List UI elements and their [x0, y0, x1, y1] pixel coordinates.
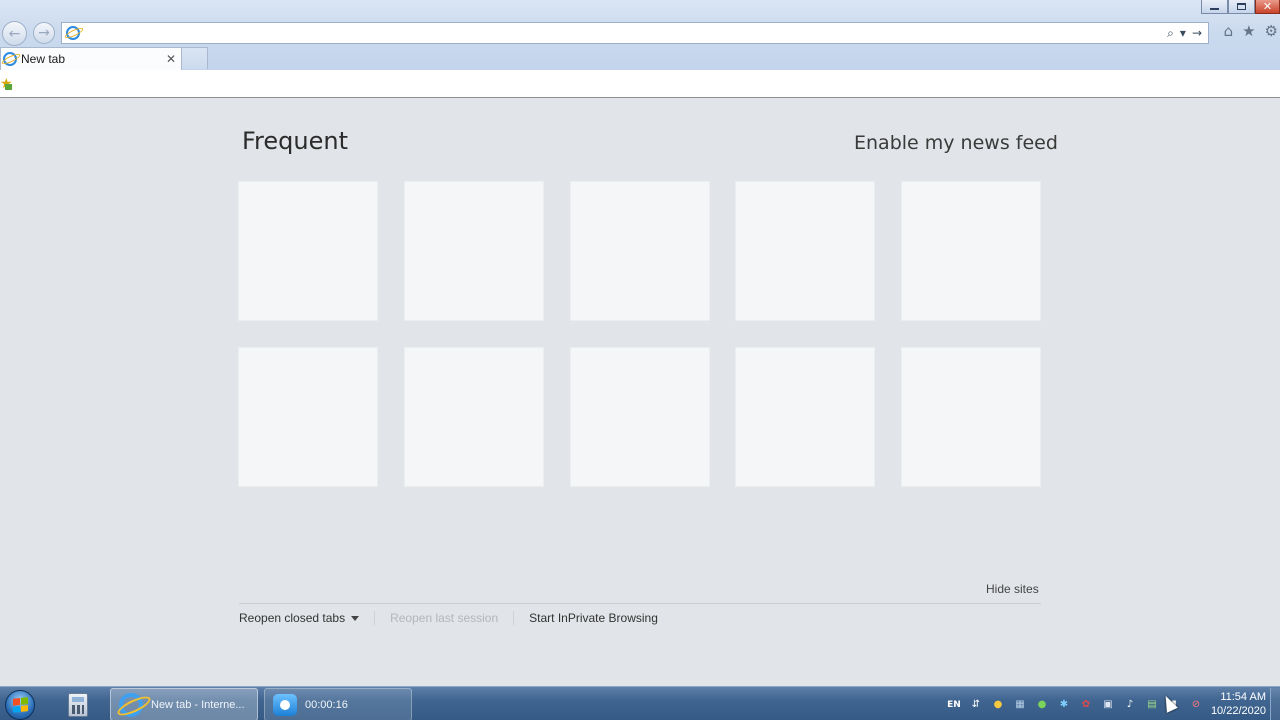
go-arrow-icon[interactable]: →	[1192, 26, 1202, 40]
wechat-icon[interactable]: ●	[1034, 699, 1050, 710]
start-inprivate-link[interactable]: Start InPrivate Browsing	[529, 611, 658, 625]
chevron-down-icon	[351, 616, 360, 622]
divider	[239, 603, 1041, 604]
taskbar-item-label: New tab - Interne...	[151, 698, 245, 711]
back-arrow-icon: ←	[8, 25, 21, 42]
back-button[interactable]: ←	[2, 21, 27, 46]
reopen-closed-tabs-label: Reopen closed tabs	[239, 611, 346, 625]
bottom-links: Reopen closed tabs Reopen last session S…	[239, 609, 658, 627]
address-bar: ⌕ ▾ →	[61, 22, 1209, 44]
recording-timer: 00:00:16	[305, 698, 348, 711]
site-tile[interactable]	[569, 347, 710, 487]
separator	[374, 611, 376, 625]
network-icon[interactable]: ▤	[1144, 699, 1160, 710]
volume-icon[interactable]: ♪	[1122, 699, 1138, 710]
tray-app-icon[interactable]: ▦	[1012, 699, 1028, 710]
hide-sites-link[interactable]: Hide sites	[986, 582, 1039, 596]
command-icons: ⌂ ★ ⚙	[1224, 22, 1280, 40]
taskbar: New tab - Interne... 00:00:16 EN ⇵ ● ▦ ●…	[0, 686, 1280, 720]
start-button[interactable]	[0, 688, 40, 720]
clock-date: 10/22/2020	[1210, 705, 1266, 717]
language-indicator[interactable]: EN	[946, 700, 962, 710]
new-tab-page: Frequent Enable my news feed Hide sites …	[0, 98, 1280, 686]
add-to-favorites-bar-icon[interactable]: ★	[0, 76, 13, 92]
forward-arrow-icon: →	[38, 25, 50, 41]
site-tile[interactable]	[403, 181, 544, 321]
reopen-last-session-link: Reopen last session	[390, 611, 499, 625]
site-tile[interactable]	[735, 347, 876, 487]
site-tile[interactable]	[403, 347, 544, 487]
browser-title-bar: ✕ ← → ⌕ ▾ → ⌂ ★ ⚙ New tab ✕	[0, 0, 1280, 70]
clock[interactable]: 11:54 AM 10/22/2020	[1204, 690, 1266, 718]
favorites-star-icon[interactable]: ★	[1242, 22, 1255, 40]
calculator-icon	[68, 692, 88, 717]
tray-app-icon[interactable]: ▣	[1100, 699, 1116, 710]
close-icon: ✕	[1262, 0, 1273, 13]
ie-tab-icon	[3, 52, 17, 66]
close-window-button[interactable]: ✕	[1255, 0, 1280, 14]
gear-icon[interactable]: ⚙	[1265, 22, 1278, 40]
address-tools: ⌕ ▾ →	[1167, 26, 1208, 41]
frequent-tiles-grid	[238, 181, 1041, 487]
ie-page-icon	[66, 26, 80, 40]
search-icon[interactable]: ⌕	[1167, 26, 1174, 41]
restore-button[interactable]	[1228, 0, 1255, 14]
window-controls: ✕	[1201, 0, 1280, 14]
tray-app-icon[interactable]: ✿	[1078, 699, 1094, 710]
favorites-bar: ★	[0, 70, 1280, 98]
tab-new-tab[interactable]: New tab ✕	[0, 47, 182, 70]
taskbar-internet-explorer[interactable]: New tab - Interne...	[110, 688, 258, 720]
tray-app-icon[interactable]: ●	[990, 699, 1006, 710]
recorder-icon	[273, 693, 297, 716]
address-input[interactable]	[80, 24, 1168, 42]
show-desktop-button[interactable]	[1270, 688, 1280, 720]
site-tile[interactable]	[901, 347, 1041, 487]
dropdown-caret-icon[interactable]: ▾	[1180, 26, 1186, 40]
reopen-closed-tabs-button[interactable]: Reopen closed tabs	[239, 611, 360, 625]
separator	[513, 611, 515, 625]
site-tile[interactable]	[238, 347, 378, 487]
close-tab-icon[interactable]: ✕	[163, 52, 179, 66]
minimize-icon	[1210, 8, 1219, 10]
frequent-heading: Frequent	[242, 127, 348, 155]
windows-logo-icon	[5, 689, 35, 720]
taskbar-calculator[interactable]	[58, 688, 98, 720]
tab-label: New tab	[21, 52, 66, 66]
enable-news-feed-link[interactable]: Enable my news feed	[854, 132, 1058, 154]
new-tab-button[interactable]	[182, 47, 208, 69]
site-tile[interactable]	[735, 181, 876, 321]
site-tile[interactable]	[569, 181, 710, 321]
restore-icon	[1237, 3, 1246, 10]
taskbar-screen-recorder[interactable]: 00:00:16	[264, 688, 412, 720]
clock-time: 11:54 AM	[1220, 691, 1266, 703]
site-tile[interactable]	[901, 181, 1041, 321]
action-center-icon[interactable]: ⊘	[1188, 699, 1204, 710]
minimize-button[interactable]	[1201, 0, 1228, 14]
home-icon[interactable]: ⌂	[1224, 22, 1234, 40]
show-hidden-icons-icon[interactable]: ⇵	[968, 699, 984, 710]
tray-app-icon[interactable]: ✱	[1056, 699, 1072, 710]
internet-explorer-icon	[119, 692, 143, 717]
forward-button[interactable]: →	[33, 22, 55, 44]
site-tile[interactable]	[238, 181, 378, 321]
